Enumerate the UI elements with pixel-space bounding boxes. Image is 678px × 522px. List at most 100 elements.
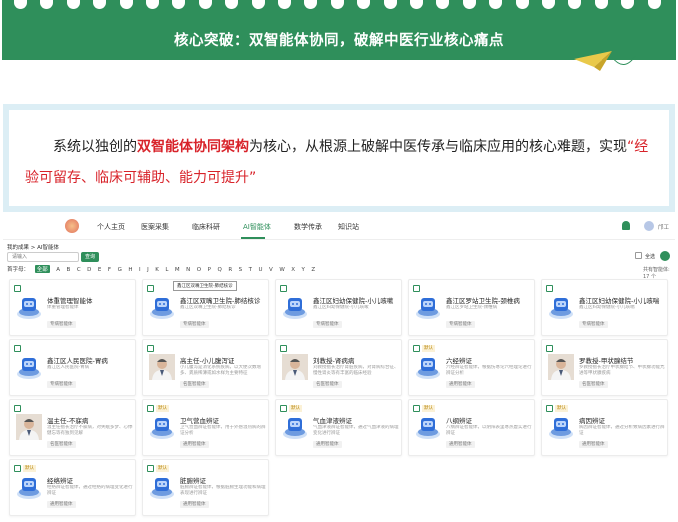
letter-filter-item[interactable]: G bbox=[118, 267, 122, 273]
card-title: 六经辨证 bbox=[446, 357, 472, 365]
agent-card[interactable]: 默认 脏腑辨证 脏腑辨证智能体，根据脏腑生理功能和病理表现进行辨证 通用智能体 bbox=[142, 459, 269, 516]
banner-dot bbox=[410, 0, 423, 9]
letter-filter-item[interactable]: A bbox=[56, 267, 60, 273]
card-title: 鑫江区双嘴卫生院-肺结核诊 bbox=[180, 297, 261, 305]
letter-filter-item[interactable]: E bbox=[98, 267, 101, 273]
nav-case-collection[interactable]: 医案采集 bbox=[141, 222, 169, 232]
card-description: 鑫江区罗站卫生院-颈椎病 bbox=[446, 305, 498, 310]
letter-filter-item[interactable]: L bbox=[165, 267, 168, 273]
letter-filter-item[interactable]: K bbox=[155, 267, 159, 273]
agent-card[interactable]: 高主任-小儿腹泻证 小儿腹泻是消化系统疾病，以大便次数增多、粪质稀薄或如水样为主要… bbox=[142, 339, 269, 396]
agent-card[interactable]: 鑫江区罗站卫生院-颈椎病 鑫江区罗站卫生院-颈椎病 专病智能体 bbox=[408, 279, 535, 336]
card-checkbox[interactable] bbox=[546, 345, 553, 352]
letter-filter-item[interactable]: J bbox=[147, 267, 149, 273]
nav-ai-agent[interactable]: AI智能体 bbox=[243, 222, 271, 232]
agent-card[interactable]: 鑫江区人民医院-胃病 鑫江区人民医院-胃病 专病智能体 bbox=[9, 339, 136, 396]
nav-home[interactable]: 个人主页 bbox=[97, 222, 125, 232]
card-description: 卫气营血辨证智能体，用于外感温热病的辨证分析 bbox=[180, 425, 266, 436]
card-checkbox[interactable] bbox=[413, 345, 420, 352]
letter-filter-item[interactable]: S bbox=[239, 267, 243, 273]
card-tag: 通用智能体 bbox=[47, 501, 76, 508]
card-description: 鑫江区妇幼保健院-小儿咳喘 bbox=[579, 305, 635, 310]
agent-card[interactable]: 默认 卫气营血辨证 卫气营血辨证智能体，用于外感温热病的辨证分析 通用智能体 bbox=[142, 399, 269, 456]
letter-filter-item[interactable]: H bbox=[128, 267, 132, 273]
card-title: 脏腑辨证 bbox=[180, 477, 206, 485]
card-checkbox[interactable] bbox=[147, 285, 154, 292]
letter-filter-item[interactable]: V bbox=[269, 267, 273, 273]
letter-filter-item[interactable]: X bbox=[291, 267, 295, 273]
letter-filter-item[interactable]: Y bbox=[302, 267, 305, 273]
card-checkbox[interactable] bbox=[14, 285, 21, 292]
letter-filter-item[interactable]: N bbox=[186, 267, 190, 273]
card-checkbox[interactable] bbox=[14, 465, 21, 472]
banner-dot bbox=[40, 0, 54, 9]
card-checkbox[interactable] bbox=[14, 345, 21, 352]
card-tag: 专病智能体 bbox=[446, 321, 475, 328]
select-all-checkbox[interactable] bbox=[635, 252, 642, 259]
letter-filter-item[interactable]: O bbox=[197, 267, 201, 273]
letter-filter-item[interactable]: C bbox=[77, 267, 81, 273]
agent-card[interactable]: 鑫江区妇幼保健院-小儿咳喘 鑫江区妇幼保健院-小儿咳喘 专病智能体 bbox=[541, 279, 668, 336]
card-tag: 通用智能体 bbox=[180, 501, 209, 508]
card-checkbox[interactable] bbox=[147, 405, 154, 412]
agent-card[interactable]: 默认 六经辨证 六经辨证智能体，根据伤寒论六经理论进行辨证分析 通用智能体 bbox=[408, 339, 535, 396]
nav-knowledge[interactable]: 知识站 bbox=[338, 222, 359, 232]
letter-filter-item[interactable]: F bbox=[108, 267, 111, 273]
user-name[interactable]: 邝工 bbox=[658, 223, 669, 231]
bell-icon[interactable] bbox=[622, 221, 630, 230]
doctor-avatar bbox=[282, 354, 308, 380]
card-checkbox[interactable] bbox=[147, 465, 154, 472]
card-tag: 通用智能体 bbox=[180, 441, 209, 448]
card-tag: 专病智能体 bbox=[47, 381, 76, 388]
letter-filter-item[interactable]: Z bbox=[311, 267, 315, 273]
nav-clinical-research[interactable]: 临床科研 bbox=[192, 222, 220, 232]
search-input[interactable] bbox=[7, 252, 79, 262]
agent-card[interactable]: 默认 病因辨证 病因辨证智能体，通过分析致病因素进行辨证 通用智能体 bbox=[541, 399, 668, 456]
card-checkbox[interactable] bbox=[280, 405, 287, 412]
doctor-avatar bbox=[16, 414, 42, 440]
letter-filter-item[interactable]: R bbox=[228, 267, 232, 273]
robot-icon bbox=[415, 354, 441, 380]
nav-teaching[interactable]: 数学传承 bbox=[294, 222, 322, 232]
letter-filter: 首字母： 全部 A B C D E F G H I J K L M N O P Q R S T U V W X Y Z bbox=[7, 265, 322, 273]
agent-card[interactable]: 温主任-不寐病 温主任擅长治疗不寐病，对失眠多梦、心悸健忘等有独到见解 名医智能体 bbox=[9, 399, 136, 456]
agent-card[interactable]: 默认 经络辨证 经络辨证智能体，通过经络的病理变化进行辨证 通用智能体 bbox=[9, 459, 136, 516]
agent-card[interactable]: 默认 气血津液辨证 气血津液辨证智能体，通过气血津液的病理变化进行辨证 通用智能体 bbox=[275, 399, 402, 456]
default-badge: 默认 bbox=[555, 405, 568, 412]
banner-dot bbox=[251, 0, 265, 9]
banner-dots-decoration bbox=[14, 0, 664, 11]
banner-dot bbox=[357, 0, 371, 9]
card-description: 罗教授擅长治疗甲状腺结节、甲状腺功能亢进等甲状腺疾病 bbox=[579, 365, 665, 376]
card-checkbox[interactable] bbox=[147, 345, 154, 352]
card-checkbox[interactable] bbox=[280, 345, 287, 352]
card-checkbox[interactable] bbox=[14, 405, 21, 412]
agent-card[interactable]: 默认 八纲辨证 八纲辨证智能体，以阴阳表里寒热虚实进行辨证 通用智能体 bbox=[408, 399, 535, 456]
letter-filter-item[interactable]: D bbox=[87, 267, 91, 273]
banner-dot bbox=[93, 0, 107, 9]
agent-card[interactable]: 刘教授-肾病病 刘教授擅长治疗肾脏疾病，对肾病综合征、慢性肾炎等有丰富的临床经验名… bbox=[275, 339, 402, 396]
banner-dot bbox=[515, 0, 529, 9]
banner-dot bbox=[568, 0, 582, 9]
user-avatar[interactable] bbox=[644, 221, 654, 231]
grid-view-icon[interactable] bbox=[660, 251, 670, 261]
letter-filter-item[interactable]: P bbox=[208, 267, 211, 273]
card-checkbox[interactable] bbox=[413, 405, 420, 412]
agent-card[interactable]: 体重管理智能体 体重管理智能体 专病智能体 bbox=[9, 279, 136, 336]
letter-filter-item[interactable]: U bbox=[259, 267, 263, 273]
app-logo[interactable] bbox=[65, 219, 79, 233]
card-checkbox[interactable] bbox=[546, 405, 553, 412]
card-checkbox[interactable] bbox=[546, 285, 553, 292]
card-tag: 名医智能体 bbox=[313, 381, 342, 388]
letter-filter-item[interactable]: Q bbox=[217, 267, 221, 273]
letter-filter-item[interactable]: T bbox=[249, 267, 252, 273]
letter-filter-item[interactable]: B bbox=[67, 267, 71, 273]
card-checkbox[interactable] bbox=[280, 285, 287, 292]
letter-filter-item[interactable]: W bbox=[279, 267, 284, 273]
letter-filter-item[interactable]: 全部 bbox=[34, 265, 50, 273]
letter-filter-item[interactable]: M bbox=[175, 267, 180, 273]
search-button[interactable]: 查询 bbox=[81, 252, 99, 262]
card-checkbox[interactable] bbox=[413, 285, 420, 292]
agent-card[interactable]: 罗教授-甲状腺结节 罗教授擅长治疗甲状腺结节、甲状腺功能亢进等甲状腺疾病 名医智能体 bbox=[541, 339, 668, 396]
agent-card[interactable]: 鑫江区妇幼保健院-小儿咳嗽 鑫江区妇幼保健院-小儿咳嗽 专病智能体 bbox=[275, 279, 402, 336]
letter-filter-item[interactable]: I bbox=[139, 267, 141, 273]
